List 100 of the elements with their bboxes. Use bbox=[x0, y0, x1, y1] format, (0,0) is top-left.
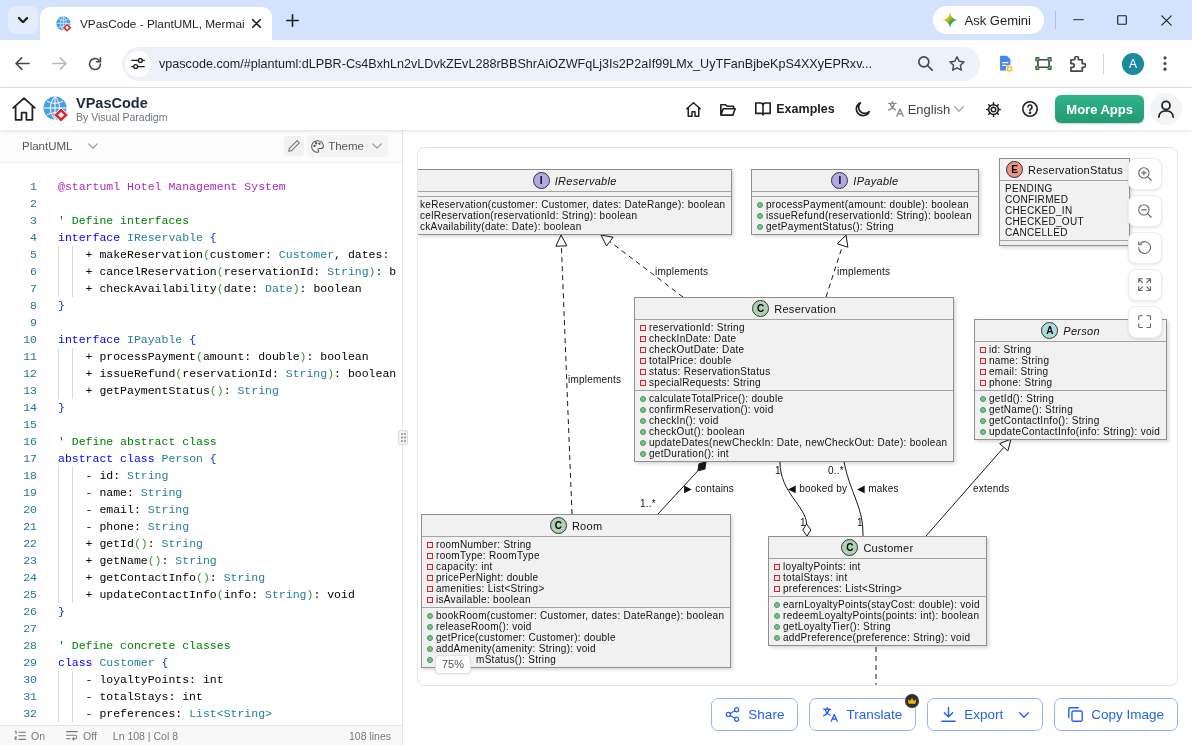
code-line: @startuml Hotel Management System bbox=[58, 179, 286, 195]
circle-marker-icon bbox=[774, 601, 780, 608]
class-method: issueRefund(reservationId: String): boolean bbox=[766, 210, 972, 221]
enum-value: CHECKED_OUT bbox=[1005, 216, 1084, 227]
tab-search-button[interactable] bbox=[8, 6, 38, 34]
reset-zoom-button[interactable] bbox=[1128, 232, 1162, 264]
edit-button[interactable] bbox=[284, 136, 305, 156]
chevron-down-icon bbox=[954, 106, 965, 112]
cursor-position: Ln 108 | Col 8 bbox=[112, 729, 179, 742]
class-method: celReservation(reservationId: String): boolean bbox=[420, 210, 638, 221]
class-type-badge: C bbox=[752, 300, 770, 317]
square-marker-icon bbox=[774, 563, 780, 570]
zoom-out-button[interactable] bbox=[1128, 195, 1162, 227]
class-method: updateDates(newCheckIn: Date, newCheckOut: Date): boolean bbox=[649, 437, 948, 448]
class-name: IReservable bbox=[554, 174, 617, 187]
zoom-in-button[interactable] bbox=[1128, 158, 1162, 190]
document-icon bbox=[998, 54, 1014, 73]
class-method: ckAvailability(date: Date): boolean bbox=[420, 221, 582, 232]
line-number: 6 bbox=[29, 264, 37, 280]
line-count: 108 lines bbox=[348, 729, 391, 742]
code-line: } bbox=[58, 604, 65, 620]
line-number: 8 bbox=[29, 298, 37, 314]
edge-label: ▶ contains bbox=[684, 483, 735, 494]
close-icon bbox=[1160, 14, 1172, 26]
line-number: 25 bbox=[22, 587, 37, 603]
class-field: email: String bbox=[989, 366, 1049, 377]
line-number: 31 bbox=[22, 689, 37, 705]
pencil-icon bbox=[288, 140, 301, 152]
language-select[interactable]: PlantUML bbox=[14, 140, 106, 152]
circle-marker-icon bbox=[774, 612, 780, 619]
circle-marker-icon bbox=[640, 406, 646, 413]
class-method: getLoyaltyTier(): String bbox=[783, 621, 891, 632]
line-number: 5 bbox=[29, 247, 37, 263]
square-marker-icon bbox=[774, 585, 780, 592]
class-field: specialRequests: String bbox=[649, 377, 761, 388]
share-button[interactable]: Share bbox=[711, 698, 799, 731]
fullscreen-button[interactable] bbox=[1128, 306, 1162, 338]
square-marker-icon bbox=[980, 346, 986, 353]
copy-icon bbox=[1068, 707, 1084, 722]
home-button[interactable] bbox=[12, 97, 36, 121]
export-button[interactable]: Export bbox=[927, 698, 1044, 731]
browser-tab[interactable]: VPasCode - PlantUML, Mermai bbox=[40, 7, 272, 40]
profile-avatar[interactable]: A bbox=[1122, 52, 1144, 75]
address-bar[interactable]: vpascode.com/#plantuml:dLPBR-Cs4BxhLn2vLDvkZEvL288rBBShrAiOZWFqLj3Is2P2aIf99LMx_UyTFanBjbeKpS4XXyEPRxv... bbox=[122, 46, 980, 81]
rotate-icon bbox=[1138, 241, 1152, 255]
settings-button[interactable] bbox=[986, 101, 1002, 117]
ask-gemini-button[interactable]: Ask Gemini bbox=[932, 6, 1044, 34]
square-marker-icon bbox=[980, 379, 986, 386]
square-marker-icon bbox=[427, 552, 433, 559]
square-marker-icon bbox=[980, 368, 986, 375]
more-apps-button[interactable]: More Apps bbox=[1055, 95, 1144, 123]
code-line: abstract class Person { bbox=[58, 451, 217, 467]
class-method: getPaymentStatus(): String bbox=[766, 221, 894, 232]
line-number: 4 bbox=[29, 230, 37, 246]
translate-button[interactable]: Translate bbox=[809, 698, 917, 731]
square-marker-icon bbox=[640, 379, 646, 386]
account-button[interactable] bbox=[1150, 93, 1182, 125]
square-marker-icon bbox=[427, 563, 433, 570]
class-name: Customer bbox=[863, 541, 914, 554]
book-icon bbox=[755, 102, 772, 116]
line-number: 32 bbox=[22, 706, 37, 722]
line-number: 22 bbox=[22, 536, 37, 552]
class-method: checkIn(): void bbox=[649, 415, 719, 426]
examples-button[interactable]: Examples bbox=[755, 102, 835, 116]
line-numbers-toggle[interactable]: On bbox=[14, 729, 45, 742]
folder-icon bbox=[720, 102, 737, 116]
class-field: status: ReservationStatus bbox=[649, 366, 771, 377]
copy-button[interactable]: Copy Image bbox=[1054, 698, 1178, 731]
theme-button[interactable]: Theme bbox=[307, 135, 388, 157]
zoom-in-icon bbox=[1138, 167, 1152, 181]
class-method: checkOut(): boolean bbox=[649, 426, 745, 437]
word-wrap-toggle[interactable]: Off bbox=[66, 729, 97, 742]
fit-button[interactable] bbox=[1128, 269, 1162, 301]
dark-mode-button[interactable] bbox=[854, 101, 870, 117]
square-marker-icon bbox=[980, 357, 986, 364]
class-method: updateContactInfo(info: String): void bbox=[989, 426, 1161, 437]
circle-marker-icon bbox=[640, 450, 646, 457]
brand-byline: By Visual Paradigm bbox=[76, 110, 168, 124]
class-name: IPayable bbox=[853, 174, 899, 187]
class-name: Person bbox=[1063, 324, 1100, 337]
grip-icon bbox=[400, 433, 406, 442]
gear-icon bbox=[986, 101, 1002, 117]
language-select[interactable]: English bbox=[887, 101, 965, 117]
chevron-down-icon bbox=[87, 143, 98, 149]
site-info-button[interactable] bbox=[125, 50, 151, 77]
multiplicity-label: 1..* bbox=[640, 498, 656, 509]
line-number: 16 bbox=[22, 434, 37, 450]
chevron-down-icon bbox=[372, 143, 382, 149]
home-button[interactable] bbox=[686, 101, 702, 117]
class-name: ReservationStatus bbox=[1028, 163, 1123, 176]
enum-value: CANCELLED bbox=[1005, 227, 1068, 238]
favicon-icon bbox=[56, 15, 72, 32]
circle-marker-icon bbox=[774, 634, 780, 641]
multiplicity-label: 1 bbox=[800, 517, 806, 528]
class-type-badge: A bbox=[1041, 322, 1059, 339]
circle-marker-icon bbox=[427, 645, 433, 652]
square-marker-icon bbox=[640, 346, 646, 353]
class-method: keReservation(customer: Customer, dates: DateRange): boolean bbox=[420, 199, 726, 210]
open-button[interactable] bbox=[720, 102, 737, 116]
help-button[interactable] bbox=[1022, 101, 1039, 117]
